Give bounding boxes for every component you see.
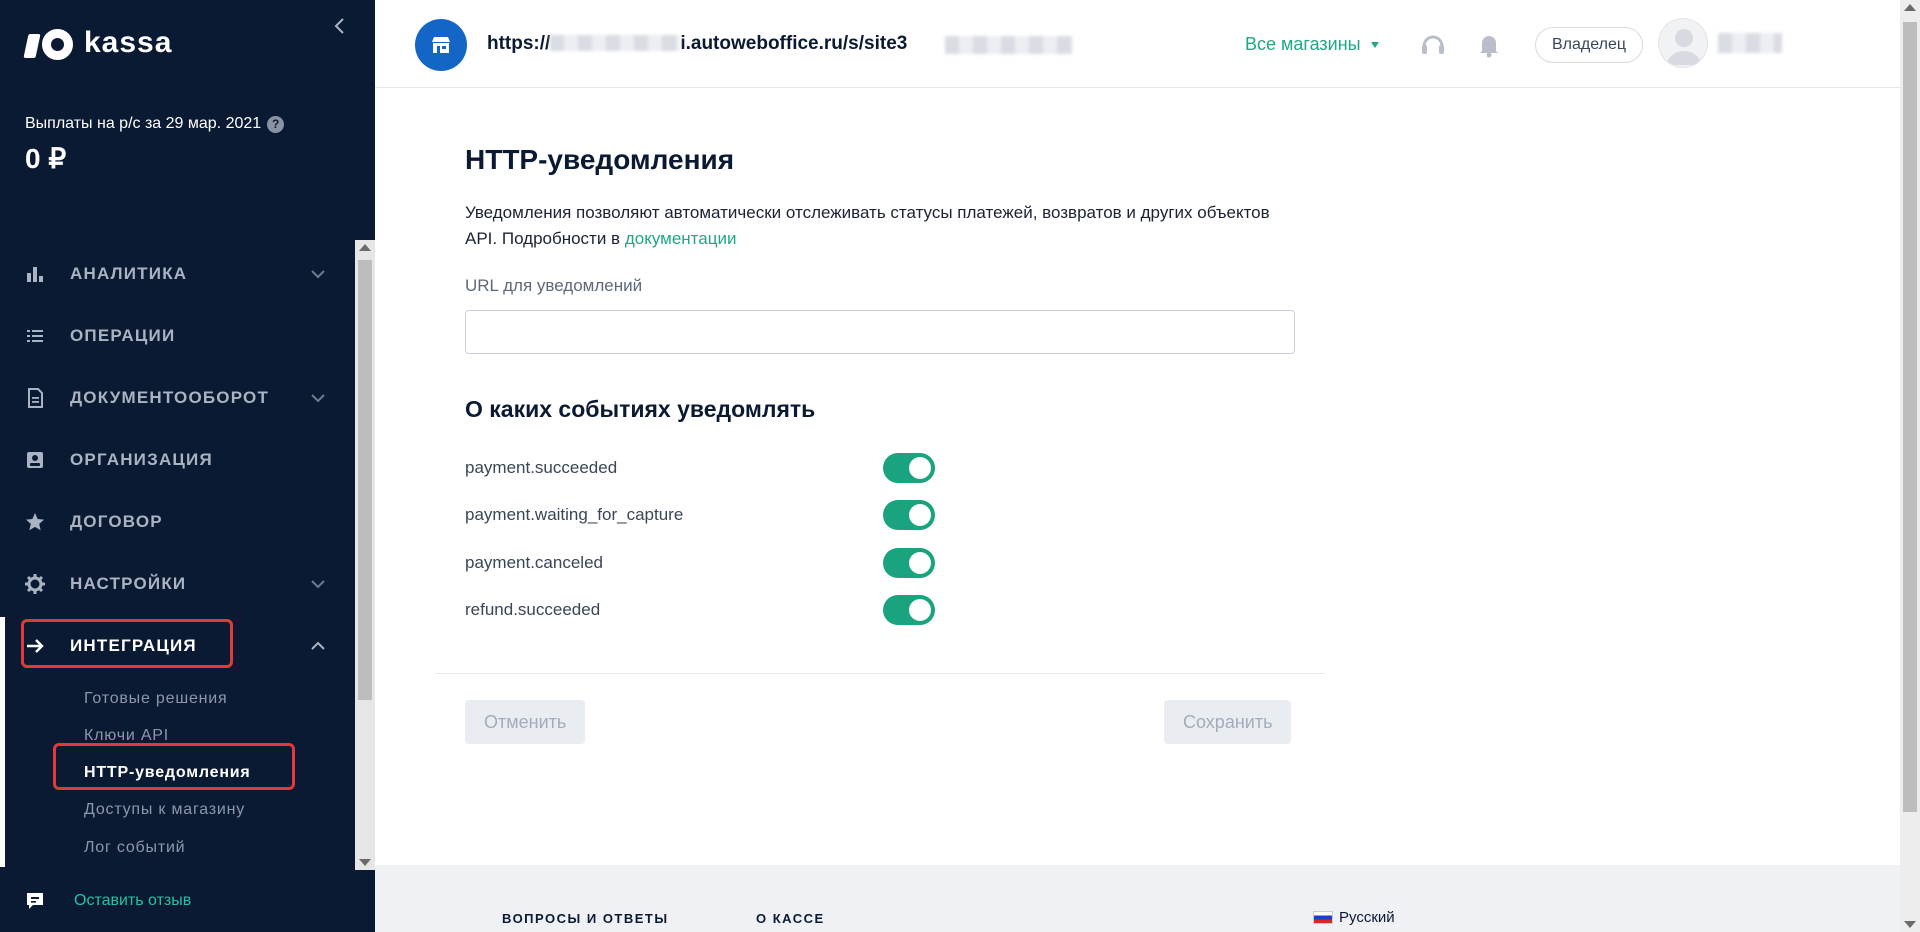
event-row-payment-canceled: payment.canceled — [465, 548, 955, 578]
sidebar-nav: АНАЛИТИКА ОПЕРАЦИИ ДОКУМЕНТООБОРОТ ОРГАН… — [0, 240, 355, 870]
sub-item-http-notifications[interactable]: HTTP-уведомления — [84, 764, 251, 782]
logo-text: kassa — [84, 26, 173, 59]
user-avatar[interactable] — [1658, 18, 1708, 68]
nav-item-organization[interactable]: ОРГАНИЗАЦИЯ — [0, 437, 355, 483]
form-divider — [435, 673, 1325, 674]
nav-item-operations[interactable]: ОПЕРАЦИИ — [0, 313, 355, 359]
save-button[interactable]: Сохранить — [1164, 700, 1292, 744]
main-content: HTTP-уведомления Уведомления позволяют а… — [375, 88, 1900, 865]
redacted-url-part — [550, 35, 681, 51]
notification-url-input[interactable] — [465, 310, 1295, 354]
event-row-payment-waiting-for-capture: payment.waiting_for_capture — [465, 500, 955, 530]
gear-icon — [24, 573, 46, 595]
user-silhouette-icon — [1667, 29, 1701, 65]
shop-url: https:// i.autoweboffice.ru/s/site3 — [487, 33, 907, 55]
footer-link-faq[interactable]: ВОПРОСЫ И ОТВЕТЫ — [502, 911, 669, 926]
description-text: Уведомления позволяют автоматически отсл… — [465, 203, 1270, 248]
shop-avatar[interactable] — [415, 19, 467, 71]
toggle-refund-succeeded[interactable] — [883, 595, 935, 625]
nav-label: ДОКУМЕНТООБОРОТ — [70, 388, 270, 407]
sidebar-scrollbar[interactable] — [355, 240, 375, 870]
caret-down-icon — [1370, 41, 1379, 48]
toggle-payment-waiting-for-capture[interactable] — [883, 500, 935, 530]
scroll-up-arrow-icon[interactable] — [359, 244, 371, 251]
event-label: refund.succeeded — [465, 600, 601, 619]
shop-url-suffix: i.autoweboffice.ru/s/site3 — [680, 33, 908, 54]
chat-bubble-icon — [27, 893, 43, 909]
chevron-down-icon — [308, 264, 328, 284]
scroll-thumb[interactable] — [358, 260, 372, 700]
support-headset-icon[interactable] — [1418, 30, 1448, 60]
chevron-down-icon — [308, 388, 328, 408]
page-scrollbar[interactable] — [1900, 0, 1920, 932]
owner-role-button[interactable]: Владелец — [1535, 27, 1644, 63]
footer-link-about[interactable]: О КАССЕ — [756, 911, 825, 926]
documentation-link[interactable]: документации — [625, 229, 737, 248]
event-label: payment.waiting_for_capture — [465, 505, 684, 524]
chevron-up-icon — [308, 636, 328, 656]
language-selector[interactable]: Русский — [1313, 909, 1395, 926]
top-header: https:// i.autoweboffice.ru/s/site3 Все м… — [375, 0, 1900, 88]
russian-flag-icon — [1313, 911, 1333, 924]
page-scroll-down-arrow-icon[interactable] — [1904, 921, 1916, 928]
event-label: payment.succeeded — [465, 458, 618, 477]
redacted-shop-id — [945, 36, 1073, 54]
toggle-payment-canceled[interactable] — [883, 548, 935, 578]
nav-item-contract[interactable]: ДОГОВОР — [0, 499, 355, 545]
feedback-link[interactable]: Оставить отзыв — [24, 890, 191, 912]
nav-label: ИНТЕГРАЦИЯ — [70, 636, 197, 655]
page-description: Уведомления позволяют автоматически отсл… — [465, 200, 1285, 252]
storefront-icon — [432, 37, 450, 53]
shop-url-prefix: https:// — [487, 33, 551, 54]
all-shops-label: Все магазины — [1245, 34, 1361, 54]
help-icon[interactable]: ? — [267, 115, 285, 133]
nav-label: ОРГАНИЗАЦИЯ — [70, 450, 213, 469]
nav-label: НАСТРОЙКИ — [70, 574, 187, 593]
sub-item-event-log[interactable]: Лог событий — [84, 839, 185, 857]
url-field-label: URL для уведомлений — [465, 276, 643, 295]
scroll-down-arrow-icon[interactable] — [359, 859, 371, 866]
nav-item-analytics[interactable]: АНАЛИТИКА — [0, 251, 355, 297]
event-row-payment-succeeded: payment.succeeded — [465, 453, 955, 483]
sidebar: kassa Выплаты на р/с за 29 мар. 2021 ? 0… — [0, 0, 375, 932]
nav-item-settings[interactable]: НАСТРОЙКИ — [0, 561, 355, 607]
id-card-icon — [24, 449, 46, 471]
language-label: Русский — [1339, 909, 1395, 926]
cancel-button[interactable]: Отменить — [465, 700, 586, 744]
nav-label: ОПЕРАЦИИ — [70, 326, 176, 345]
document-icon — [24, 387, 46, 409]
page-scroll-up-arrow-icon[interactable] — [1904, 4, 1916, 11]
page-scroll-thumb[interactable] — [1903, 22, 1917, 812]
sub-item-api-keys[interactable]: Ключи API — [84, 727, 169, 745]
payout-amount: 0 ₽ — [25, 143, 67, 174]
arrow-right-icon — [24, 635, 46, 657]
bar-chart-icon — [24, 263, 46, 285]
list-icon — [24, 325, 46, 347]
nav-item-documents[interactable]: ДОКУМЕНТООБОРОТ — [0, 375, 355, 421]
payout-label: Выплаты на р/с за 29 мар. 2021 ? — [25, 115, 285, 133]
nav-label: АНАЛИТИКА — [70, 264, 188, 283]
payout-label-text: Выплаты на р/с за 29 мар. 2021 — [25, 115, 262, 132]
yoo-logo-icon — [23, 26, 74, 60]
logo[interactable]: kassa — [23, 26, 173, 60]
toggle-payment-succeeded[interactable] — [883, 453, 935, 483]
redacted-user-name — [1718, 33, 1782, 53]
nav-label: ДОГОВОР — [70, 512, 163, 531]
all-shops-dropdown[interactable]: Все магазины — [1245, 34, 1379, 55]
star-icon — [24, 511, 46, 533]
page-title: HTTP-уведомления — [465, 144, 735, 175]
event-row-refund-succeeded: refund.succeeded — [465, 595, 955, 625]
chevron-down-icon — [308, 574, 328, 594]
sub-item-ready-solutions[interactable]: Готовые решения — [84, 690, 228, 708]
collapse-sidebar-chevron-left-icon[interactable] — [330, 14, 350, 38]
events-section-title: О каких событиях уведомлять — [465, 396, 816, 422]
bell-icon[interactable] — [1474, 30, 1504, 60]
feedback-label: Оставить отзыв — [74, 892, 192, 909]
page-footer: ВОПРОСЫ И ОТВЕТЫ О КАССЕ Русский — [375, 865, 1900, 932]
event-label: payment.canceled — [465, 553, 603, 572]
nav-item-integration[interactable]: ИНТЕГРАЦИЯ — [0, 617, 355, 867]
sub-item-shop-access[interactable]: Доступы к магазину — [84, 801, 245, 819]
